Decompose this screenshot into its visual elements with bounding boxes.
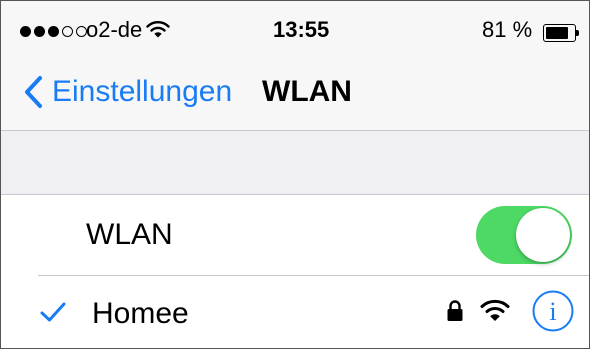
battery-icon [543,24,580,42]
checkmark-icon [40,302,66,322]
wifi-icon [146,20,170,43]
toggle-knob [516,208,570,262]
carrier-name: o2-de [86,17,143,42]
signal-dot [20,26,31,37]
signal-dot [34,26,45,37]
status-time: 13:55 [273,17,330,42]
wifi-signal-icon [480,299,510,321]
wlan-toggle-switch[interactable] [476,206,572,264]
status-bar: o2-de 13:55 81 % [0,0,590,54]
chevron-left-icon [25,76,42,108]
wlan-toggle-row: WLAN [0,195,590,275]
network-row[interactable]: Homee i [0,276,590,349]
navigation-bar: Einstellungen WLAN [0,54,590,131]
network-name: Homee [92,297,189,330]
page-title: WLAN [262,75,352,108]
signal-strength-icon [20,26,87,37]
svg-text:i: i [549,297,556,326]
info-button[interactable]: i [531,289,575,333]
lock-icon [447,300,463,321]
section-spacer [0,131,590,195]
signal-dot [48,26,59,37]
signal-dot [62,26,73,37]
wlan-label: WLAN [86,218,173,251]
back-button-label: Einstellungen [52,75,233,108]
battery-percent: 81 % [482,17,533,42]
back-button[interactable]: Einstellungen [22,74,232,110]
